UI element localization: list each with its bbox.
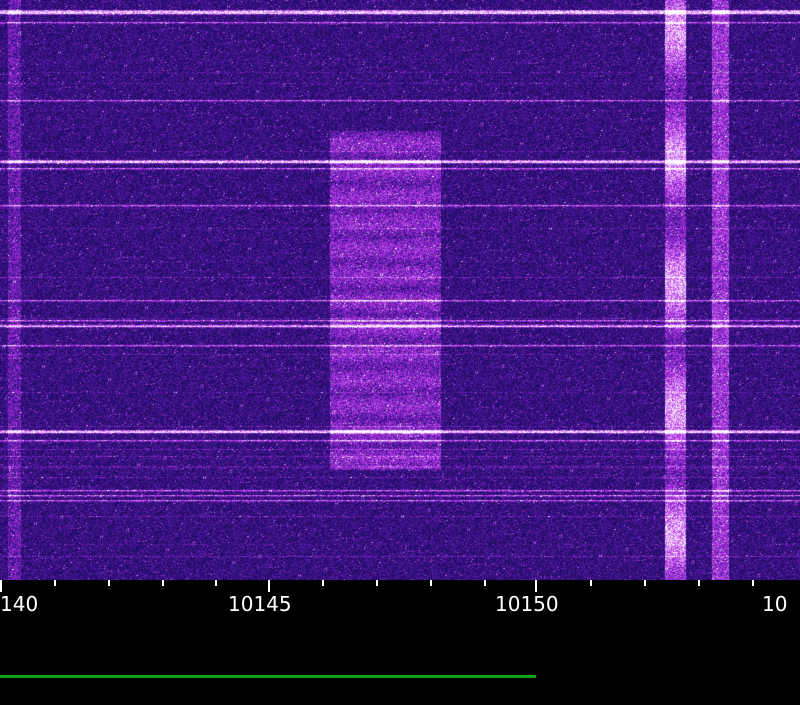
minor-tick bbox=[590, 580, 592, 586]
minor-tick bbox=[698, 580, 700, 586]
major-tick bbox=[0, 580, 2, 592]
freq-label-10145: 10145 bbox=[228, 592, 292, 616]
minor-tick bbox=[162, 580, 164, 586]
waterfall-spectrogram[interactable] bbox=[0, 0, 800, 580]
minor-tick bbox=[644, 580, 646, 586]
frequency-scale[interactable]: 140 10145 10150 10 bbox=[0, 580, 800, 705]
freq-label-10150: 10150 bbox=[495, 592, 559, 616]
major-tick bbox=[535, 580, 537, 592]
minor-tick bbox=[484, 580, 486, 586]
minor-tick bbox=[108, 580, 110, 586]
minor-tick bbox=[215, 580, 217, 586]
tuning-indicator-bar[interactable] bbox=[0, 675, 536, 678]
minor-tick bbox=[430, 580, 432, 586]
minor-tick bbox=[376, 580, 378, 586]
major-tick bbox=[268, 580, 270, 592]
freq-label-140: 140 bbox=[0, 592, 39, 616]
minor-tick bbox=[54, 580, 56, 586]
minor-tick bbox=[322, 580, 324, 586]
minor-tick bbox=[752, 580, 754, 586]
freq-label-10: 10 bbox=[762, 592, 788, 616]
